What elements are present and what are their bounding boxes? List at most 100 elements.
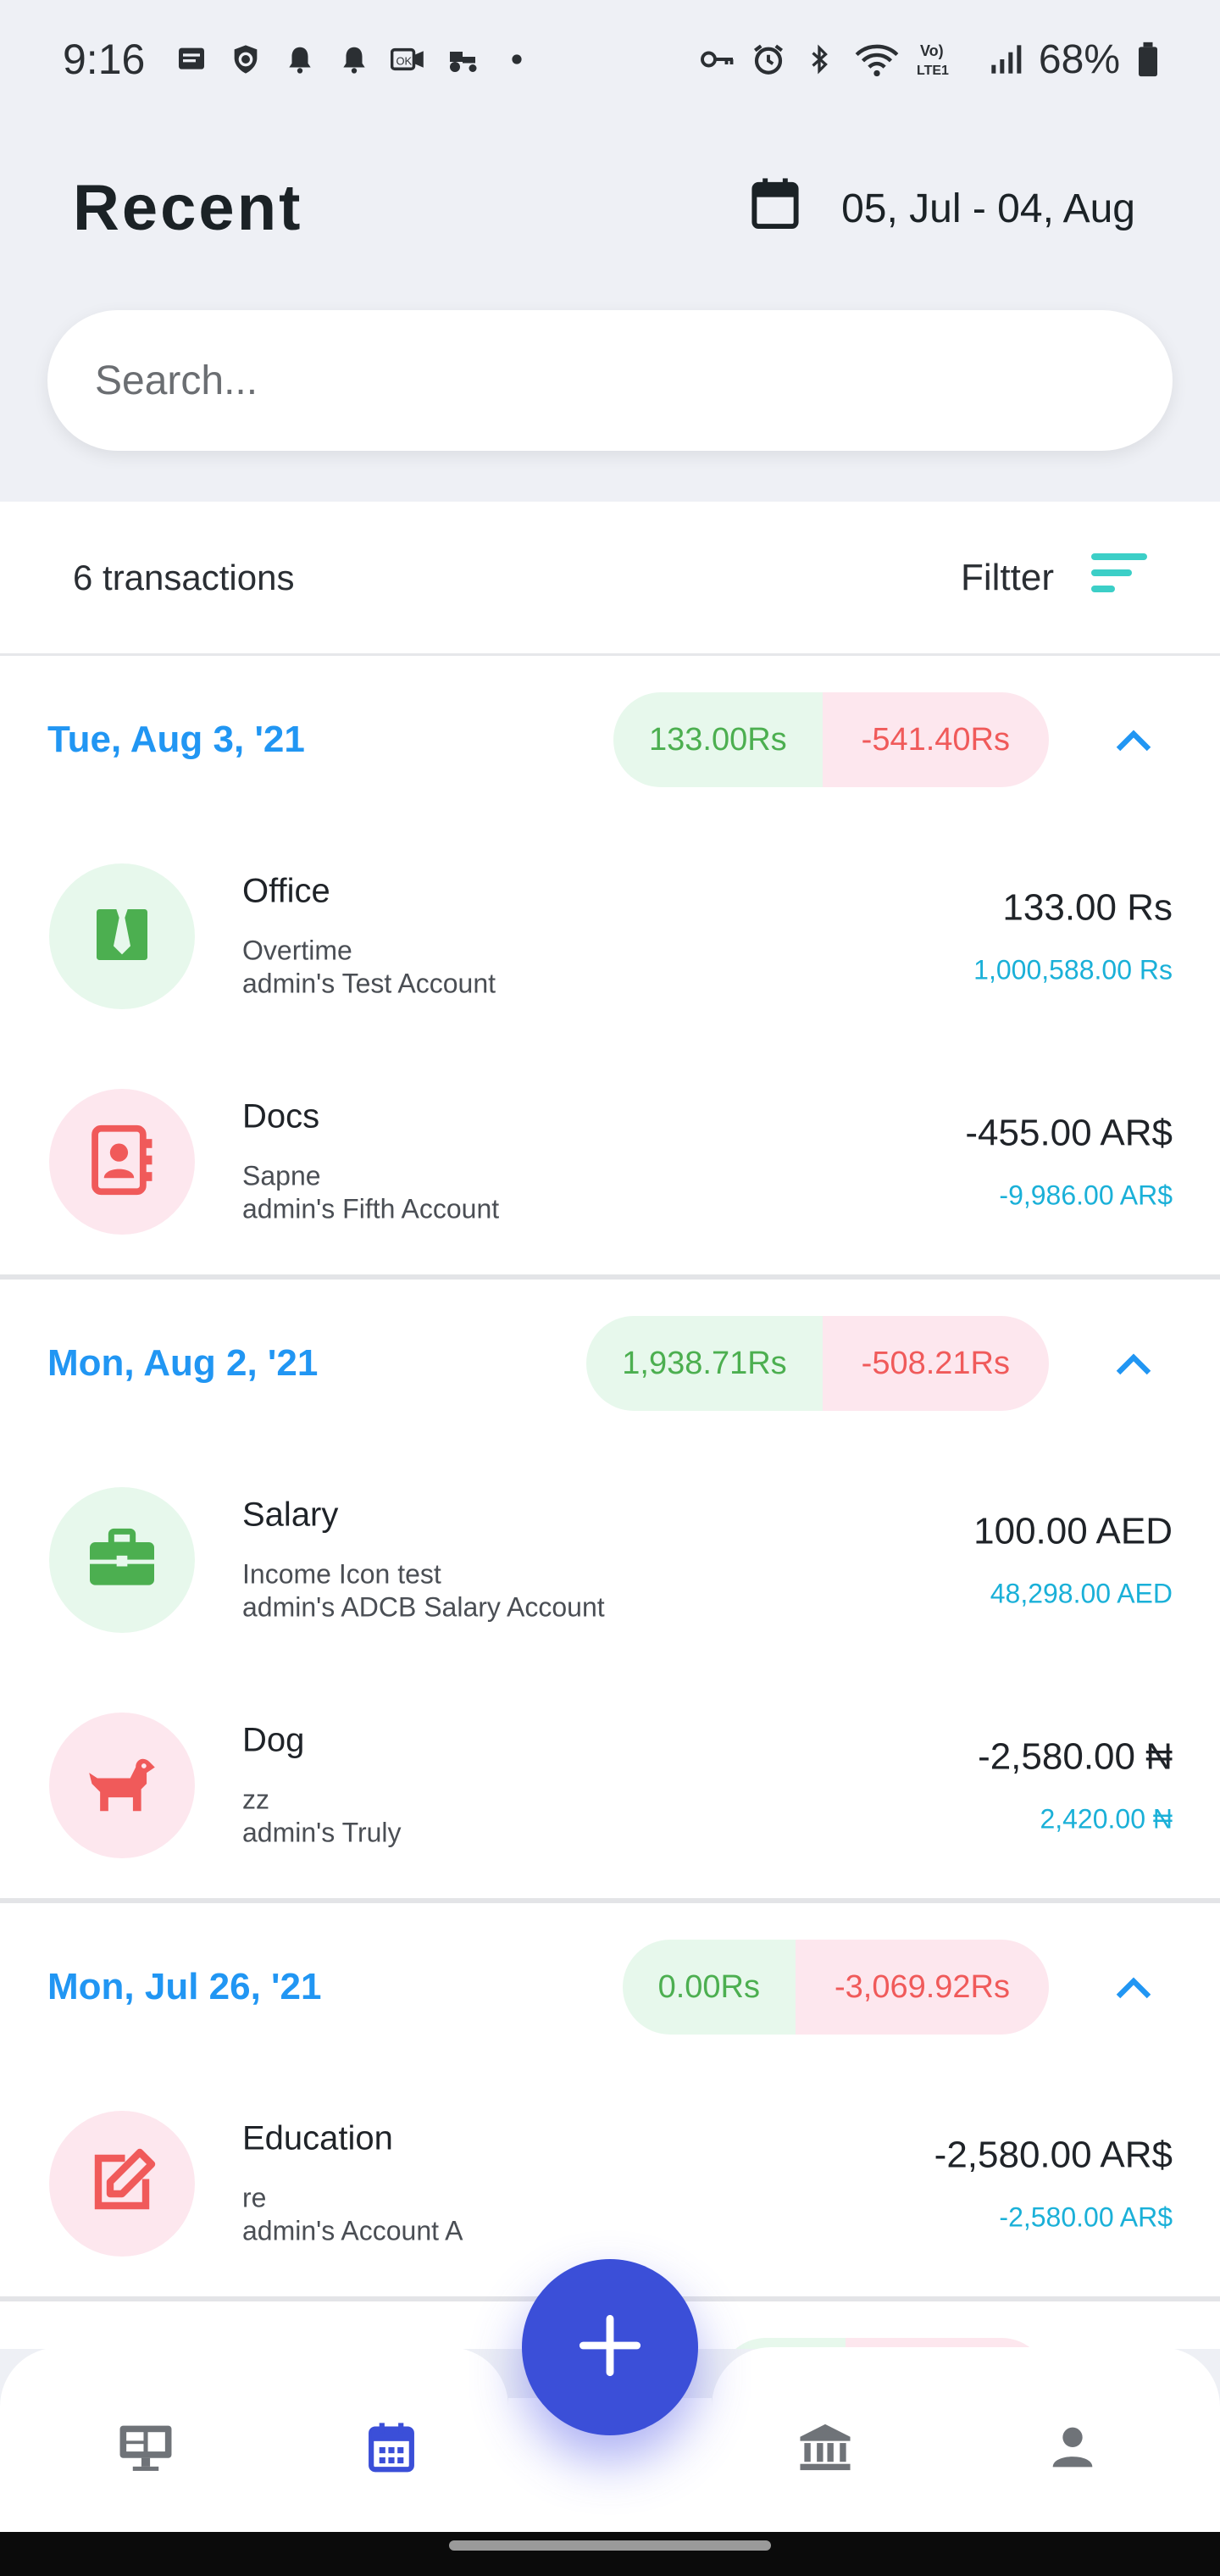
filter-button[interactable]: Filtter	[961, 552, 1147, 603]
day-income-total: 0.00Rs	[622, 1940, 796, 2035]
day-group: Mon, Jul 26, '21 0.00Rs -3,069.92Rs Educ…	[0, 1903, 1220, 2301]
bell-icon	[282, 42, 318, 77]
transaction-amounts: -2,580.00 ₦ 2,420.00 ₦	[978, 1736, 1173, 1835]
day-group-header[interactable]: Mon, Jul 26, '21 0.00Rs -3,069.92Rs	[0, 1903, 1220, 2071]
briefcase-icon	[86, 1526, 158, 1595]
chevron-up-icon[interactable]	[1108, 1338, 1159, 1389]
day-expense-total: -541.40Rs	[822, 692, 1049, 787]
transaction-count: 6 transactions	[73, 557, 295, 597]
transaction-details: Office Overtime admin's Test Account	[242, 873, 496, 1001]
battery-percent: 68%	[1038, 36, 1120, 82]
chevron-up-icon[interactable]	[1108, 1962, 1159, 2012]
home-gesture-handle[interactable]	[449, 2540, 771, 2551]
transactions-panel: 6 transactions Filtter Tue, Aug 3, '21 1…	[0, 502, 1220, 2349]
transaction-amounts: -455.00 AR$ -9,986.00 AR$	[965, 1113, 1173, 1212]
day-group-header[interactable]: Tue, Aug 3, '21 133.00Rs -541.40Rs	[0, 656, 1220, 824]
transaction-note: zz	[242, 1784, 269, 1815]
edit-icon	[86, 2146, 158, 2222]
category-avatar	[49, 1713, 195, 1858]
transaction-note: Overtime	[242, 935, 352, 966]
date-range-label: 05, Jul - 04, Aug	[841, 186, 1135, 231]
transaction-amounts: 133.00 Rs 1,000,588.00 Rs	[973, 887, 1173, 986]
filter-icon	[1091, 552, 1147, 603]
category-avatar	[49, 2111, 195, 2257]
account-balance: -9,986.00 AR$	[999, 1180, 1173, 1211]
page-title: Recent	[73, 172, 303, 244]
day-income-total: 1,938.71Rs	[586, 1316, 823, 1411]
day-totals-pill: 133.00Rs -541.40Rs	[613, 692, 1049, 787]
transaction-row[interactable]: Docs Sapne admin's Fifth Account -455.00…	[0, 1049, 1220, 1274]
bluetooth-icon	[801, 42, 837, 77]
category-avatar	[49, 1487, 195, 1633]
calendar-icon[interactable]	[361, 2417, 422, 2478]
day-group-header[interactable]: Mon, Aug 2, '21 1,938.71Rs -508.21Rs	[0, 1280, 1220, 1447]
status-time: 9:16	[63, 36, 146, 83]
transaction-category: Dog	[242, 1721, 305, 1759]
alarm-icon	[751, 42, 786, 77]
tractor-icon	[445, 42, 480, 77]
transaction-category: Office	[242, 872, 330, 910]
transaction-account: admin's Truly	[242, 1817, 402, 1848]
day-group: Mon, Aug 2, '21 1,938.71Rs -508.21Rs Sal…	[0, 1280, 1220, 1903]
status-bar: 9:16 OK Vo) LTE1 68%	[0, 0, 1220, 119]
day-group: Tue, Aug 3, '21 133.00Rs -541.40Rs Offic…	[0, 656, 1220, 1280]
transaction-amount: -2,580.00 ₦	[978, 1735, 1173, 1778]
chevron-up-icon[interactable]	[1108, 714, 1159, 765]
shield-icon	[228, 42, 263, 77]
transaction-category: Education	[242, 2119, 393, 2157]
nav-right-panel	[712, 2347, 1220, 2532]
account-balance: 48,298.00 AED	[990, 1578, 1173, 1609]
notification-icons: OK	[174, 42, 535, 77]
transaction-row[interactable]: Dog zz admin's Truly -2,580.00 ₦ 2,420.0…	[0, 1673, 1220, 1898]
bank-icon[interactable]	[795, 2417, 856, 2478]
transaction-amount: 133.00 Rs	[1002, 886, 1173, 929]
account-balance: 1,000,588.00 Rs	[973, 954, 1173, 985]
battery-icon	[1135, 42, 1161, 77]
day-income-total: 133.00Rs	[613, 692, 823, 787]
day-expense-total: -3,069.92Rs	[795, 1940, 1049, 2035]
transaction-details: Docs Sapne admin's Fifth Account	[242, 1098, 499, 1226]
day-date: Tue, Aug 3, '21	[47, 719, 305, 760]
profile-icon[interactable]	[1042, 2417, 1103, 2478]
transaction-amount: 100.00 AED	[973, 1510, 1173, 1552]
tie-icon	[88, 901, 156, 973]
dot-icon	[499, 42, 535, 77]
transaction-amounts: -2,580.00 AR$ -2,580.00 AR$	[934, 2135, 1173, 2234]
transaction-details: Salary Income Icon test admin's ADCB Sal…	[242, 1496, 605, 1624]
message-icon	[174, 42, 209, 77]
transaction-row[interactable]: Office Overtime admin's Test Account 133…	[0, 824, 1220, 1049]
transaction-note: re	[242, 2182, 267, 2213]
category-avatar	[49, 1089, 195, 1235]
search-bar[interactable]	[47, 310, 1173, 451]
transaction-note: Sapne	[242, 1160, 321, 1191]
dog-icon	[86, 1750, 158, 1822]
signal-icon	[988, 42, 1023, 77]
day-date: Mon, Jul 26, '21	[47, 1966, 322, 2007]
filter-label: Filtter	[961, 556, 1054, 598]
svg-text:Vo): Vo)	[920, 42, 944, 59]
transaction-account: admin's Test Account	[242, 968, 496, 999]
vpn-icon: OK	[391, 42, 426, 77]
transaction-account: admin's ADCB Salary Account	[242, 1591, 605, 1623]
transaction-details: Education re admin's Account A	[242, 2120, 463, 2248]
dashboard-icon[interactable]	[115, 2417, 176, 2478]
svg-text:OK: OK	[396, 54, 413, 67]
transaction-row[interactable]: Salary Income Icon test admin's ADCB Sal…	[0, 1447, 1220, 1673]
calendar-icon	[750, 176, 801, 241]
search-input[interactable]	[95, 357, 1173, 404]
system-navigation-bar	[0, 2532, 1220, 2576]
day-totals-pill: 0.00Rs -3,069.92Rs	[622, 1940, 1049, 2035]
date-range-picker[interactable]: 05, Jul - 04, Aug	[750, 176, 1135, 241]
transaction-amounts: 100.00 AED 48,298.00 AED	[973, 1511, 1173, 1610]
add-transaction-button[interactable]	[522, 2259, 698, 2435]
account-balance: 2,420.00 ₦	[1040, 1803, 1173, 1835]
transaction-note: Income Icon test	[242, 1558, 441, 1590]
bell-icon	[336, 42, 372, 77]
system-icons: Vo) LTE1 68%	[700, 36, 1161, 83]
header: Recent 05, Jul - 04, Aug	[0, 119, 1220, 297]
transaction-category: Salary	[242, 1496, 339, 1534]
nav-left-panel	[0, 2347, 508, 2532]
account-balance: -2,580.00 AR$	[999, 2201, 1173, 2233]
volte-icon: Vo) LTE1	[917, 42, 973, 78]
transaction-account: admin's Fifth Account	[242, 1193, 500, 1224]
